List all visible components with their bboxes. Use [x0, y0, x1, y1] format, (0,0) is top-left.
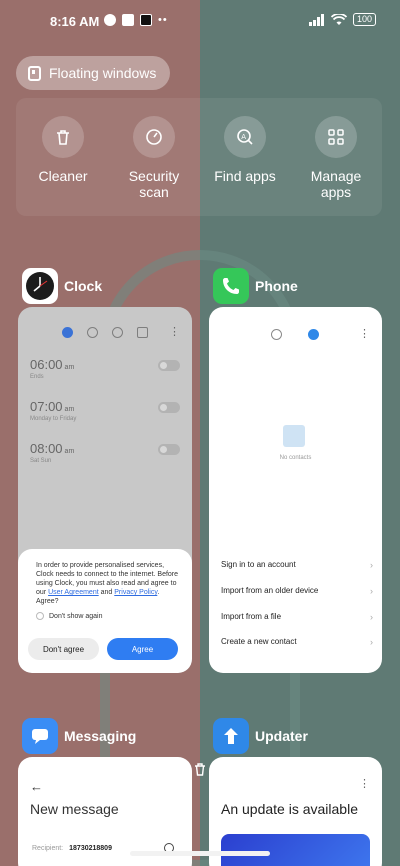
no-contacts-text: No contacts: [279, 455, 312, 461]
more-notifications-icon: ••: [158, 14, 168, 26]
phone-app-header[interactable]: Phone: [213, 268, 298, 304]
status-indicators: 100: [308, 13, 376, 26]
floating-window-icon: [28, 65, 41, 81]
recipient-value: 18730218809: [69, 845, 112, 852]
import-from-file-row[interactable]: Import from a file ›: [221, 612, 373, 622]
alarm-time: 07:00: [30, 399, 63, 414]
clock-app-card[interactable]: ⋮ 06:00 am Ends 07:00 am Monday to Friday …: [18, 307, 192, 673]
create-contact-row[interactable]: Create a new contact ›: [221, 637, 373, 647]
shield-icon: [146, 129, 162, 145]
consent-dialog: In order to provide personalised service…: [18, 549, 192, 673]
clock-app-icon: [22, 268, 58, 304]
grid-icon: [328, 129, 344, 145]
import-older-device-row[interactable]: Import from an older device ›: [221, 586, 373, 596]
privacy-policy-link[interactable]: Privacy Policy: [114, 589, 157, 596]
alarm-toggle: [158, 360, 180, 371]
alarm-item: 08:00 am Sat Sun: [30, 441, 180, 464]
clock-more-icon: ⋮: [169, 326, 180, 338]
clock-app-header[interactable]: Clock: [22, 268, 102, 304]
find-apps-label: Find apps: [214, 168, 276, 184]
svg-text:A: A: [241, 133, 246, 141]
manage-apps-label: Manage apps: [310, 168, 362, 200]
floating-windows-button[interactable]: Floating windows: [16, 56, 171, 90]
new-message-title: New message: [30, 801, 119, 817]
messaging-app-icon: [22, 718, 58, 754]
messaging-app-header[interactable]: Messaging: [22, 718, 136, 754]
home-indicator[interactable]: [130, 851, 270, 856]
battery-icon: 100: [352, 13, 376, 26]
dont-show-again-label: Don't show again: [49, 612, 103, 620]
remove-all-trash-icon[interactable]: [193, 762, 207, 776]
recipient-field: Recipient: 18730218809: [32, 845, 112, 852]
chevron-right-icon: ›: [370, 637, 373, 647]
status-bar: 8:16 AM •• 100: [0, 0, 400, 44]
notification-tiktok-icon: [140, 14, 152, 26]
back-arrow-icon: ←: [30, 779, 43, 794]
phone-app-name: Phone: [255, 278, 298, 294]
chevron-right-icon: ›: [370, 586, 373, 596]
floating-windows-label: Floating windows: [49, 65, 157, 81]
status-time: 8:16 AM: [50, 14, 100, 29]
search-app-icon: A: [237, 129, 253, 145]
alarm-repeat: Sat Sun: [30, 458, 52, 464]
call-log-tab-icon: [271, 329, 282, 340]
checkbox-icon: [36, 612, 44, 620]
world-clock-tab-icon: [87, 327, 98, 338]
dont-agree-button[interactable]: Don't agree: [28, 638, 99, 660]
updater-app-card[interactable]: ⋮ An update is available: [209, 757, 382, 866]
wifi-icon: [330, 13, 347, 25]
phone-tabs: [271, 329, 319, 340]
sign-in-account-row[interactable]: Sign in to an account ›: [221, 560, 373, 570]
alarm-ampm: am: [64, 364, 75, 371]
alarm-item: 07:00 am Monday to Friday: [30, 399, 180, 422]
find-apps-button[interactable]: A Find apps: [205, 116, 285, 184]
updater-app-icon: [213, 718, 249, 754]
empty-contacts-icon: [283, 425, 305, 447]
alarm-toggle: [158, 402, 180, 413]
messaging-app-card[interactable]: ← New message Recipient: 18730218809: [18, 757, 192, 866]
messaging-app-name: Messaging: [64, 728, 137, 744]
contacts-tab-icon: [308, 329, 319, 340]
updater-app-name: Updater: [255, 728, 308, 744]
timer-tab-icon: [137, 327, 148, 338]
phone-app-card[interactable]: ⋮ No contacts Sign in to an account › Imp…: [209, 307, 382, 673]
alarm-item: 06:00 am Ends: [30, 357, 180, 380]
manage-apps-button[interactable]: Manage apps: [296, 116, 376, 200]
phone-more-icon: ⋮: [359, 328, 370, 340]
alarm-time: 06:00: [30, 357, 63, 372]
security-scan-button[interactable]: Security scan: [114, 116, 194, 200]
agree-button[interactable]: Agree: [107, 638, 178, 660]
alarm-repeat: Monday to Friday: [30, 416, 77, 422]
notification-app-icon: [104, 14, 116, 26]
update-banner-image: [221, 834, 370, 866]
clock-app-name: Clock: [64, 278, 103, 294]
updater-app-header[interactable]: Updater: [213, 718, 308, 754]
consent-text: In order to provide personalised service…: [36, 562, 179, 605]
trash-icon: [57, 130, 69, 145]
notification-icons: ••: [104, 14, 168, 26]
chevron-right-icon: ›: [370, 612, 373, 622]
chevron-right-icon: ›: [370, 560, 373, 570]
cleaner-button[interactable]: Cleaner: [23, 116, 103, 184]
stopwatch-tab-icon: [112, 327, 123, 338]
alarm-time: 08:00: [30, 441, 63, 456]
alarm-tab-icon: [62, 327, 73, 338]
user-agreement-link[interactable]: User Agreement: [48, 589, 99, 596]
alarm-toggle: [158, 444, 180, 455]
signal-icon: [308, 13, 324, 26]
alarm-ampm: am: [64, 448, 75, 455]
updater-more-icon: ⋮: [359, 778, 370, 790]
cleaner-label: Cleaner: [38, 168, 88, 184]
notification-news-icon: [122, 14, 134, 26]
alarm-repeat: Ends: [30, 374, 44, 380]
clock-tabs: [62, 327, 148, 338]
security-scan-label: Security scan: [128, 168, 180, 200]
alarm-ampm: am: [64, 406, 75, 413]
phone-app-icon: [213, 268, 249, 304]
dont-show-again-checkbox[interactable]: Don't show again: [36, 612, 182, 620]
update-available-title: An update is available: [221, 801, 358, 817]
